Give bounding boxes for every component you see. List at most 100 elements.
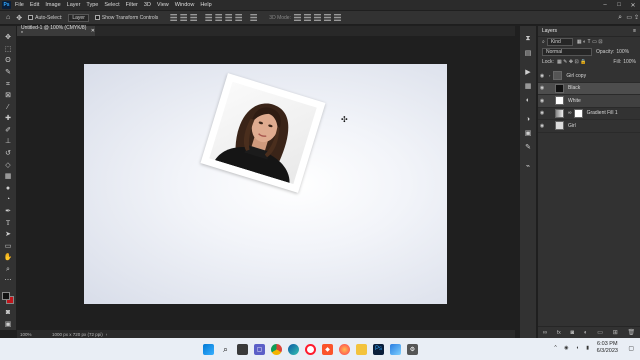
menu-select[interactable]: Select xyxy=(104,2,119,8)
photoshop-logo[interactable]: Ps xyxy=(2,1,11,9)
align-middle-icon[interactable] xyxy=(215,14,223,21)
move-tool-preset-icon[interactable]: ✥ xyxy=(16,14,22,22)
menu-layer[interactable]: Layer xyxy=(67,2,81,8)
menu-edit[interactable]: Edit xyxy=(30,2,39,8)
type-tool-icon[interactable]: T xyxy=(4,219,13,228)
close-icon[interactable]: ✕ xyxy=(626,0,640,10)
adjustment-layer-icon[interactable]: ◐ xyxy=(584,330,588,336)
fx-icon[interactable]: fx xyxy=(557,330,561,336)
3d-rotate-icon[interactable] xyxy=(293,14,301,21)
brave-icon[interactable]: ◆ xyxy=(322,343,333,355)
layer-row[interactable]: ◉ › Girl copy xyxy=(538,70,640,83)
filter-kind-dropdown[interactable]: Kind xyxy=(546,38,573,46)
task-view-icon[interactable] xyxy=(237,343,248,355)
brush-settings-icon[interactable]: ✎ xyxy=(524,143,532,151)
swatches-panel-icon[interactable]: ▦ xyxy=(524,82,532,90)
lasso-tool-icon[interactable]: ʘ xyxy=(4,57,13,66)
quick-select-tool-icon[interactable]: ✎ xyxy=(4,68,13,77)
settings-icon[interactable]: ⚙ xyxy=(407,343,418,355)
windows-start-icon[interactable] xyxy=(203,343,214,355)
link-layers-icon[interactable]: ∞ xyxy=(543,330,547,336)
status-arrow-icon[interactable]: › xyxy=(106,332,108,337)
layer-row[interactable]: ◉ Girl xyxy=(538,120,640,133)
visibility-eye-icon[interactable]: ◉ xyxy=(538,85,546,91)
delete-layer-icon[interactable]: 🗑 xyxy=(628,329,636,336)
libraries-panel-icon[interactable]: ▣ xyxy=(524,129,532,137)
add-mask-icon[interactable]: ◙ xyxy=(571,330,575,336)
document-info[interactable]: 1000 px x 720 px (72 ppi) xyxy=(52,332,103,337)
notification-icon[interactable]: ▢ xyxy=(628,345,634,352)
layers-panel-title[interactable]: Layers xyxy=(542,28,557,34)
auto-select-target-dropdown[interactable]: Layer xyxy=(68,13,89,22)
eraser-tool-icon[interactable]: ◇ xyxy=(4,161,13,170)
history-brush-icon[interactable]: ↺ xyxy=(4,149,13,158)
blend-mode-dropdown[interactable]: Normal xyxy=(542,48,592,56)
panel-menu-icon[interactable]: ≡ xyxy=(633,28,636,34)
move-tool-icon[interactable]: ✥ xyxy=(4,33,13,42)
visibility-eye-icon[interactable]: ◉ xyxy=(538,98,546,104)
foreground-color-swatch[interactable] xyxy=(2,291,10,300)
blur-tool-icon[interactable]: ● xyxy=(4,184,13,193)
history-panel-icon[interactable]: ⧗ xyxy=(524,35,532,43)
menu-window[interactable]: Window xyxy=(175,2,195,8)
close-tab-icon[interactable]: ✕ xyxy=(91,28,95,34)
menu-3d[interactable]: 3D xyxy=(144,2,151,8)
visibility-eye-icon[interactable]: ◉ xyxy=(538,123,546,129)
3d-pan-icon[interactable] xyxy=(313,14,321,21)
photos-icon[interactable] xyxy=(390,343,401,355)
lock-icons[interactable]: ▦✎✥⊡🔒 xyxy=(557,59,588,65)
tray-icons[interactable]: ^ ◉ ◖ ▮ xyxy=(554,345,592,351)
edge-icon[interactable] xyxy=(288,343,299,355)
new-group-icon[interactable]: ▭ xyxy=(597,329,603,336)
align-bottom-icon[interactable] xyxy=(225,14,233,21)
rectangle-tool-icon[interactable]: ▭ xyxy=(4,242,13,251)
dodge-tool-icon[interactable]: ◔ xyxy=(4,195,13,204)
layer-row[interactable]: ◉ ∞ Gradient Fill 1 xyxy=(538,108,640,120)
paths-panel-icon[interactable]: ⌁ xyxy=(524,162,532,170)
more-tools-icon[interactable]: ⋯ xyxy=(4,277,13,286)
menu-type[interactable]: Type xyxy=(86,2,98,8)
3d-slide-icon[interactable] xyxy=(323,14,331,21)
color-swatches[interactable] xyxy=(1,291,15,305)
brush-tool-icon[interactable]: ✐ xyxy=(4,126,13,135)
layer-row[interactable]: ◉ Black xyxy=(538,82,640,95)
quick-mask-icon[interactable]: ◙ xyxy=(4,308,13,317)
firefox-icon[interactable] xyxy=(339,343,350,355)
menu-help[interactable]: Help xyxy=(200,2,211,8)
healing-brush-icon[interactable]: ✚ xyxy=(4,114,13,123)
search-icon[interactable]: ⌕ xyxy=(220,344,231,355)
opera-icon[interactable] xyxy=(305,343,316,355)
show-transform-checkbox[interactable]: Show Transform Controls xyxy=(94,15,158,21)
teams-chat-icon[interactable]: ▢ xyxy=(254,343,265,355)
taskbar-clock[interactable]: 6:03 PM 6/3/2023 xyxy=(597,341,618,355)
adjustments-panel-icon[interactable]: ◑ xyxy=(524,115,532,123)
photoshop-taskbar-icon[interactable]: Ps xyxy=(373,343,384,355)
search-icon[interactable]: ⌕ xyxy=(618,14,622,22)
layer-row[interactable]: ◉ White xyxy=(538,95,640,108)
frame-tool-icon[interactable]: ⊠ xyxy=(4,91,13,100)
3d-roll-icon[interactable] xyxy=(303,14,311,21)
group-arrow-icon[interactable]: › xyxy=(549,73,550,78)
marquee-tool-icon[interactable]: ⬚ xyxy=(4,45,13,54)
chrome-icon[interactable] xyxy=(271,343,282,355)
clone-stamp-icon[interactable]: ⊥ xyxy=(4,138,13,147)
maximize-icon[interactable]: □ xyxy=(612,0,626,10)
align-center-icon[interactable] xyxy=(180,14,188,21)
menu-image[interactable]: Image xyxy=(45,2,60,8)
minimize-icon[interactable]: – xyxy=(598,0,612,10)
gradient-tool-icon[interactable]: ▦ xyxy=(4,172,13,181)
align-left-icon[interactable] xyxy=(170,14,178,21)
document-tab[interactable]: Untitled-1 @ 100% (CMYK/8) * ✕ xyxy=(17,25,95,37)
path-select-icon[interactable]: ➤ xyxy=(4,230,13,239)
crop-tool-icon[interactable]: ⌗ xyxy=(4,80,13,89)
color-panel-icon[interactable]: ◐ xyxy=(524,96,532,104)
actions-panel-icon[interactable]: ▶ xyxy=(524,68,532,76)
zoom-level[interactable]: 100% xyxy=(20,332,46,337)
more-options-icon[interactable] xyxy=(250,14,258,21)
filter-icons[interactable]: ▦◐T▭⊡ xyxy=(577,39,604,45)
opacity-value[interactable]: 100% xyxy=(616,49,629,55)
hand-tool-icon[interactable]: ✋ xyxy=(4,253,13,262)
align-right-icon[interactable] xyxy=(190,14,198,21)
share-icon[interactable]: ⇪ xyxy=(634,14,639,21)
fill-value[interactable]: 100% xyxy=(623,59,636,65)
